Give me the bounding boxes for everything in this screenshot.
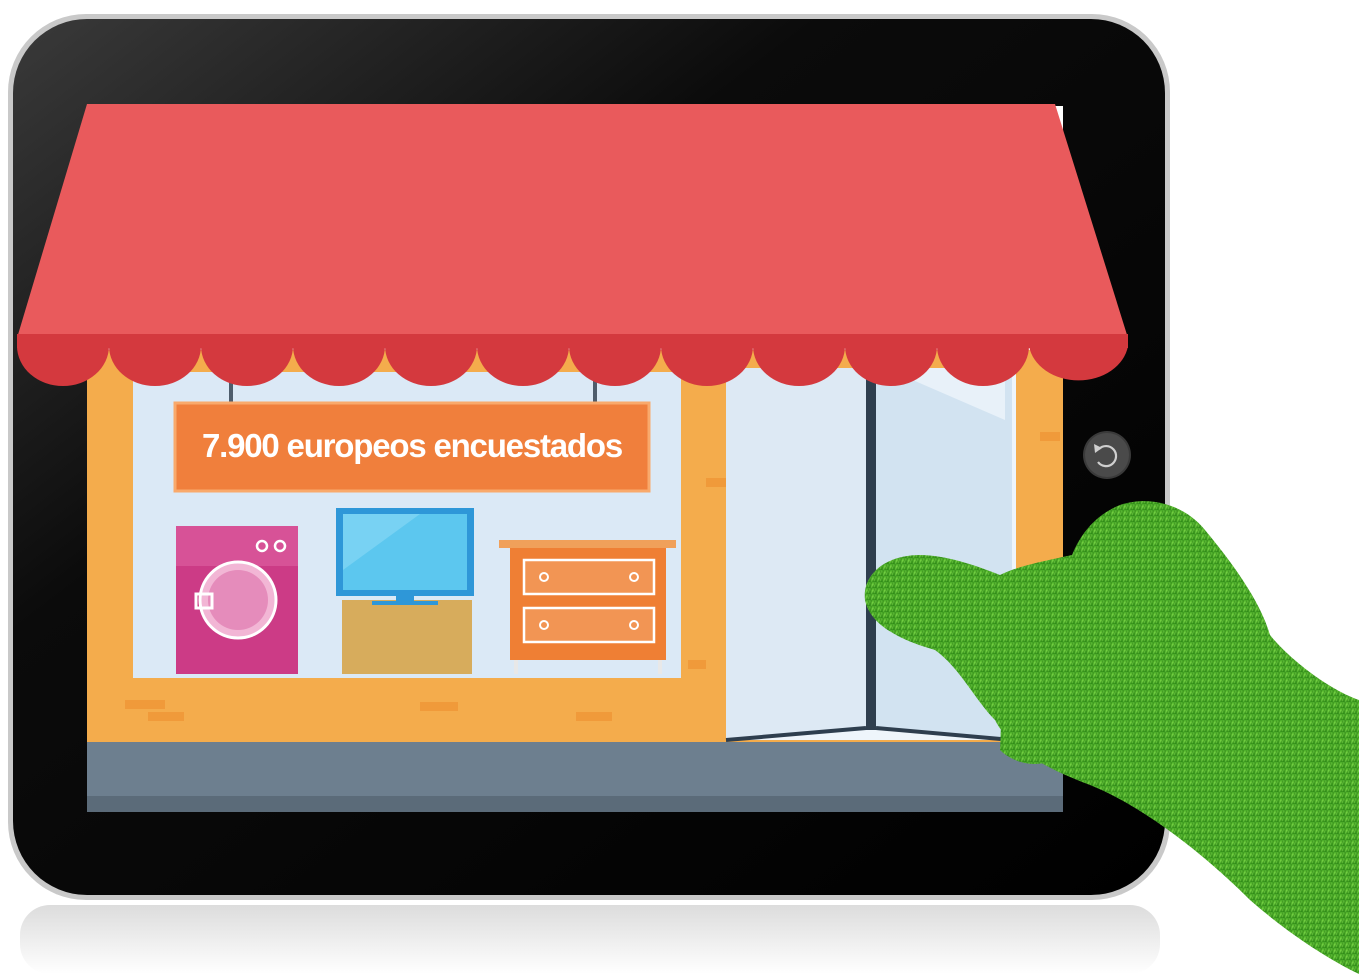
dresser [499, 540, 676, 674]
awning [17, 104, 1128, 386]
television [336, 508, 474, 674]
tablet-reflection [20, 905, 1160, 974]
sign-text: 7.900 europeos encuestados [202, 427, 623, 464]
washing-machine [176, 526, 298, 674]
home-button-hit-area[interactable] [1082, 430, 1132, 480]
